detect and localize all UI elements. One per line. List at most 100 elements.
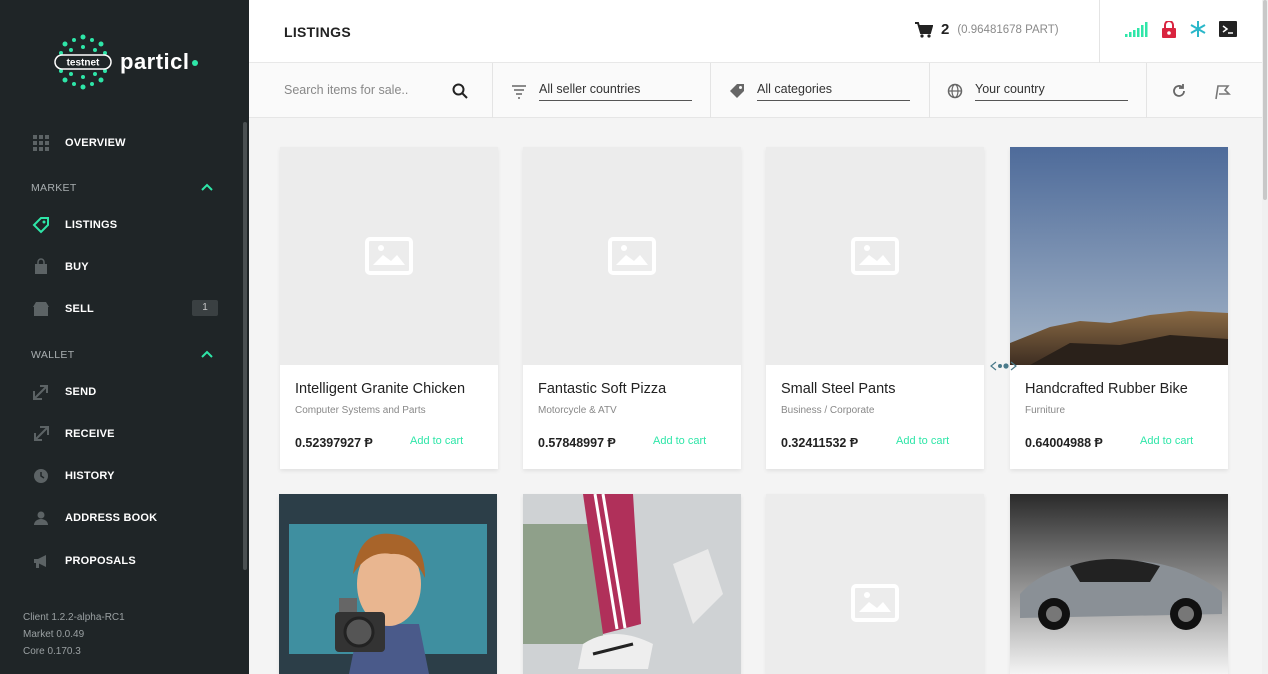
listing-image[interactable] (766, 494, 984, 674)
landscape-photo (1010, 147, 1228, 365)
filter-divider (492, 63, 493, 118)
sidebar-item-receive[interactable]: RECEIVE (0, 422, 240, 446)
chevron-up-icon[interactable] (201, 350, 213, 358)
listing-image[interactable] (279, 494, 497, 674)
listing-title[interactable]: Handcrafted Rubber Bike (1025, 381, 1188, 397)
sidebar-item-overview[interactable]: OVERVIEW (0, 131, 240, 155)
top-header: LISTINGS 2 (0.96481678 PART) (249, 0, 1268, 63)
sidebar-item-address-book[interactable]: ADDRESS BOOK (0, 506, 240, 530)
sidebar-item-sell[interactable]: SELL 1 (0, 297, 240, 321)
client-version: Client 1.2.2-alpha-RC1 (23, 612, 125, 623)
filter-divider (1146, 63, 1147, 118)
country-filter[interactable]: Your country (947, 81, 1129, 101)
image-placeholder-icon (365, 237, 413, 275)
categories-filter[interactable]: All categories (729, 81, 911, 101)
snowflake-icon[interactable] (1189, 20, 1207, 38)
sidebar: testnet particl OVERVIEW MARKET LISTINGS… (0, 0, 249, 674)
listing-title[interactable]: Intelligent Granite Chicken (295, 381, 465, 397)
cart-count: 2 (941, 21, 950, 38)
image-placeholder-icon (851, 237, 899, 275)
console-icon[interactable] (1219, 21, 1237, 37)
add-to-cart-button[interactable]: Add to cart (896, 435, 949, 447)
listing-card[interactable] (279, 494, 497, 674)
megaphone-icon (34, 555, 46, 568)
flag-icon[interactable] (1214, 83, 1231, 100)
add-to-cart-button[interactable]: Add to cart (653, 435, 706, 447)
search-input[interactable] (284, 83, 439, 97)
listing-card[interactable] (1010, 494, 1228, 674)
sidebar-item-label: OVERVIEW (65, 137, 126, 149)
contacts-icon (34, 511, 48, 525)
section-label-market: MARKET (31, 182, 77, 194)
logo-dot (191, 60, 198, 67)
page-title: LISTINGS (284, 24, 351, 40)
grid-icon (33, 135, 49, 151)
sidebar-item-buy[interactable]: BUY (0, 255, 240, 279)
listing-title[interactable]: Small Steel Pants (781, 381, 895, 397)
country-value: Your country (975, 82, 1045, 96)
sidebar-item-send[interactable]: SEND (0, 380, 240, 404)
filter-underline (539, 100, 692, 101)
listing-image[interactable] (1010, 494, 1228, 674)
listing-image[interactable] (523, 147, 741, 365)
tag-icon (32, 217, 49, 234)
seller-countries-filter[interactable]: All seller countries (511, 81, 693, 101)
listing-card[interactable]: Fantastic Soft Pizza Motorcycle & ATV 0.… (523, 147, 741, 469)
logo-text: particl (120, 49, 198, 75)
listing-card[interactable]: Small Steel Pants Business / Corporate 0… (766, 147, 984, 469)
shopping-bag-icon (35, 258, 47, 274)
listing-title[interactable]: Fantastic Soft Pizza (538, 381, 666, 397)
listing-category: Computer Systems and Parts (295, 405, 426, 416)
listing-image[interactable] (1010, 147, 1228, 365)
filter-icon (512, 85, 526, 99)
store-icon (33, 302, 49, 316)
listing-card[interactable]: Intelligent Granite Chicken Computer Sys… (280, 147, 498, 469)
sidebar-item-proposals[interactable]: PROPOSALS (0, 549, 240, 573)
listing-category: Furniture (1025, 405, 1066, 416)
sports-car-photo (1010, 494, 1228, 674)
send-icon (33, 385, 48, 400)
listing-price: 0.52397927 Ᵽ (295, 436, 373, 450)
search-icon[interactable] (452, 83, 468, 99)
listing-card[interactable] (523, 494, 741, 674)
sidebar-item-label: BUY (65, 261, 89, 273)
image-placeholder-icon (608, 237, 656, 275)
status-icons (1125, 20, 1237, 38)
listing-card[interactable]: Handcrafted Rubber Bike Furniture 0.6400… (1010, 147, 1228, 469)
particl-logo[interactable]: testnet particl (54, 33, 198, 91)
sidebar-item-label: RECEIVE (65, 428, 115, 440)
sidebar-item-label: ADDRESS BOOK (65, 512, 158, 524)
listing-image[interactable] (766, 147, 984, 365)
listing-image[interactable] (280, 147, 498, 365)
globe-icon (947, 83, 963, 99)
core-version: Core 0.170.3 (23, 646, 81, 657)
header-divider (1099, 0, 1100, 63)
sell-count-badge: 1 (192, 300, 218, 316)
cart-button[interactable]: 2 (0.96481678 PART) (915, 21, 1059, 38)
tag-icon (730, 84, 744, 98)
cart-balance: (0.96481678 PART) (957, 23, 1059, 36)
listing-card[interactable] (766, 494, 984, 674)
add-to-cart-button[interactable]: Add to cart (1140, 435, 1193, 447)
section-label-wallet: WALLET (31, 349, 75, 361)
filter-divider (929, 63, 930, 118)
page-scrollbar-thumb[interactable] (1263, 0, 1267, 200)
sidebar-item-listings[interactable]: LISTINGS (0, 213, 240, 237)
listings-grid: Intelligent Granite Chicken Computer Sys… (249, 118, 1261, 674)
categories-value: All categories (757, 82, 833, 96)
listing-price: 0.32411532 Ᵽ (781, 436, 859, 450)
sidebar-scrollbar[interactable] (243, 122, 247, 570)
sidebar-item-label: HISTORY (65, 470, 115, 482)
sneakers-photo (523, 494, 741, 674)
lock-icon[interactable] (1161, 20, 1177, 38)
chevron-up-icon[interactable] (201, 183, 213, 191)
refresh-icon[interactable] (1171, 83, 1187, 99)
sidebar-item-history[interactable]: HISTORY (0, 464, 240, 488)
cartoon-photographer-image (279, 494, 497, 674)
listing-image[interactable] (523, 494, 741, 674)
sidebar-item-label: PROPOSALS (65, 555, 136, 567)
cart-icon (915, 21, 933, 38)
add-to-cart-button[interactable]: Add to cart (410, 435, 463, 447)
signal-strength-icon[interactable] (1125, 21, 1149, 37)
listing-category: Motorcycle & ATV (538, 405, 617, 416)
